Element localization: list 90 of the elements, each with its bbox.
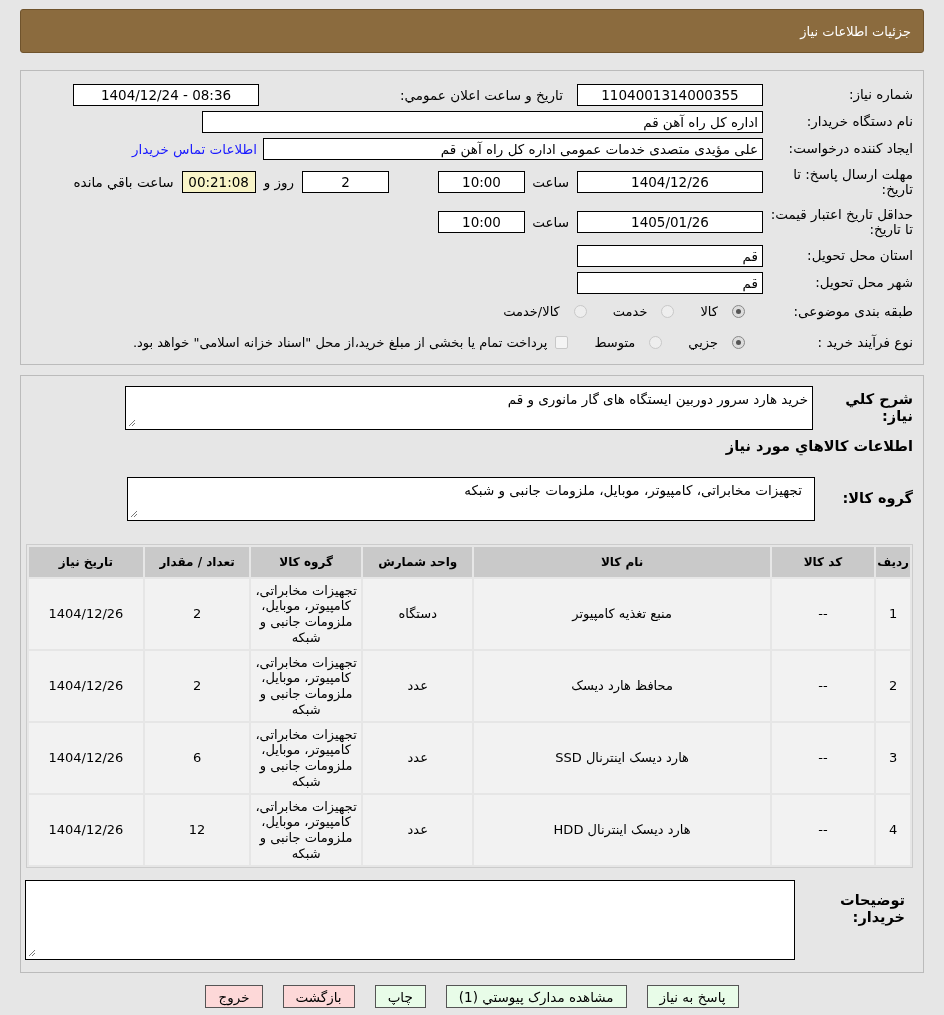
days-label: روز و bbox=[262, 174, 295, 190]
table-cell: 2 bbox=[876, 651, 910, 721]
table-cell: -- bbox=[771, 795, 875, 865]
table-cell: دستگاه bbox=[362, 579, 473, 649]
table-cell: هارد دیسک اینترنال HDD bbox=[474, 795, 770, 865]
radio-label: کالا bbox=[700, 304, 718, 319]
field-label: نوع فرآیند خرید : bbox=[816, 335, 913, 350]
table-cell: 1 bbox=[876, 579, 910, 649]
column-header: گروه کالا bbox=[251, 547, 361, 577]
deadline-time-field: 10:00 bbox=[438, 171, 525, 193]
province-field: قم bbox=[577, 244, 763, 267]
table-cell: تجهیزات مخابراتی، کامپیوتر، موبایل، ملزومات جانبی و شبکه bbox=[251, 579, 361, 649]
table-cell: عدد bbox=[362, 651, 473, 721]
table-cell: 6 bbox=[144, 723, 250, 793]
table-cell: منبع تغذیه کامپیوتر bbox=[474, 579, 770, 649]
column-header: تاریخ نیاز bbox=[29, 547, 143, 577]
announce-date-field: 1404/12/24 - 08:36 bbox=[73, 83, 259, 106]
radio-button[interactable] bbox=[661, 305, 675, 318]
radio-button[interactable] bbox=[573, 305, 587, 318]
radio-label: متوسط bbox=[594, 335, 636, 350]
field-label: توضیحات خریدار: bbox=[839, 891, 906, 927]
action-button[interactable]: چاپ bbox=[374, 985, 426, 1008]
radio-button[interactable] bbox=[732, 336, 745, 349]
table-cell: 4 bbox=[876, 795, 910, 865]
table-cell: 1404/12/26 bbox=[29, 795, 143, 865]
column-header: کد کالا bbox=[771, 547, 875, 577]
field-label: شرح کلي نیاز: bbox=[844, 390, 913, 426]
column-header: ردیف bbox=[876, 547, 910, 577]
column-header: تعداد / مقدار bbox=[144, 547, 250, 577]
radio-label: خدمت bbox=[612, 304, 648, 319]
table-cell: محافظ هارد دیسک bbox=[474, 651, 770, 721]
city-field: قم bbox=[577, 271, 763, 294]
resize-grip-icon[interactable] bbox=[128, 419, 136, 427]
days-field: 2 bbox=[302, 171, 389, 193]
table-cell: -- bbox=[771, 723, 875, 793]
group-text: تجهیزات مخابراتی، کامپیوتر، موبایل، ملزومات جانبی و شبکه bbox=[464, 482, 802, 498]
radio-label: کالا/خدمت bbox=[503, 304, 560, 319]
resize-grip-icon[interactable] bbox=[28, 949, 36, 957]
action-button[interactable]: بازگشت bbox=[282, 985, 355, 1008]
resize-grip-icon[interactable] bbox=[130, 510, 138, 518]
table-cell: -- bbox=[771, 579, 875, 649]
table-cell: هارد دیسک اینترنال SSD bbox=[474, 723, 770, 793]
table-cell: 2 bbox=[144, 579, 250, 649]
checkbox-label: پرداخت تمام یا بخشی از مبلغ خرید،از محل "اسناد خزانه اسلامی" خواهد بود. bbox=[132, 335, 548, 350]
action-button[interactable]: پاسخ به نیاز bbox=[646, 985, 739, 1008]
description-text: خرید هارد سرور دوربین ایستگاه های گار مانوری و قم bbox=[507, 391, 808, 407]
action-button[interactable]: خروج bbox=[205, 985, 263, 1008]
page-title: جزئیات اطلاعات نیاز bbox=[800, 23, 911, 39]
table-cell: تجهیزات مخابراتی، کامپیوتر، موبایل، ملزومات جانبی و شبکه bbox=[251, 795, 361, 865]
radio-button[interactable] bbox=[649, 336, 663, 349]
checkbox[interactable] bbox=[555, 336, 569, 349]
table-cell: 1404/12/26 bbox=[29, 651, 143, 721]
section-title: اطلاعات کالاهاي مورد نیاز bbox=[724, 438, 913, 456]
field-label: شماره نیاز: bbox=[847, 87, 913, 102]
field-label: تاریخ و ساعت اعلان عمومي: bbox=[399, 86, 564, 103]
field-label: حداقل تاریخ اعتبار قیمت: تا تاریخ: bbox=[769, 207, 913, 237]
validity-date-field: 1405/01/26 bbox=[577, 211, 763, 233]
table-cell: -- bbox=[771, 651, 875, 721]
column-header: واحد شمارش bbox=[362, 547, 473, 577]
field-label: استان محل تحویل: bbox=[806, 248, 913, 263]
field-label: نام دستگاه خریدار: bbox=[805, 114, 913, 129]
radio-label: جزيي bbox=[688, 335, 718, 350]
table-cell: عدد bbox=[362, 795, 473, 865]
time-label: ساعت bbox=[531, 214, 570, 230]
requester-field: علی مؤیدی متصدی خدمات عمومی اداره کل راه آهن قم bbox=[263, 137, 763, 160]
table-cell: 3 bbox=[876, 723, 910, 793]
time-label: ساعت bbox=[531, 174, 570, 190]
notes-field[interactable] bbox=[25, 880, 795, 960]
remaining-time-field: 00:21:08 bbox=[181, 171, 256, 193]
table-cell: 2 bbox=[144, 651, 250, 721]
field-label: گروه کالا: bbox=[841, 490, 913, 508]
table-cell: تجهیزات مخابراتی، کامپیوتر، موبایل، ملزومات جانبی و شبکه bbox=[251, 723, 361, 793]
deadline-date-field: 1404/12/26 bbox=[577, 171, 763, 193]
table-cell: 1404/12/26 bbox=[29, 579, 143, 649]
table-cell: عدد bbox=[362, 723, 473, 793]
table-cell: 1404/12/26 bbox=[29, 723, 143, 793]
field-label: ایجاد کننده درخواست: bbox=[787, 141, 913, 156]
remaining-label: ساعت باقي مانده bbox=[72, 174, 175, 190]
radio-button[interactable] bbox=[732, 305, 745, 318]
column-header: نام کالا bbox=[474, 547, 770, 577]
field-label: طبقه بندی موضوعی: bbox=[792, 304, 913, 319]
field-label: شهر محل تحویل: bbox=[814, 275, 913, 290]
table-cell: تجهیزات مخابراتی، کامپیوتر، موبایل، ملزومات جانبی و شبکه bbox=[251, 651, 361, 721]
buyer-field: اداره کل راه آهن قم bbox=[202, 110, 763, 133]
table-cell: 12 bbox=[144, 795, 250, 865]
field-label: مهلت ارسال پاسخ: تا تاریخ: bbox=[792, 167, 913, 197]
buyer-contact-link[interactable]: اطلاعات تماس خریدار bbox=[131, 140, 257, 157]
validity-time-field: 10:00 bbox=[438, 211, 525, 233]
action-button[interactable]: مشاهده مدارک پیوستي (1) bbox=[445, 985, 627, 1008]
need-number-field: 1104001314000355 bbox=[577, 83, 763, 106]
